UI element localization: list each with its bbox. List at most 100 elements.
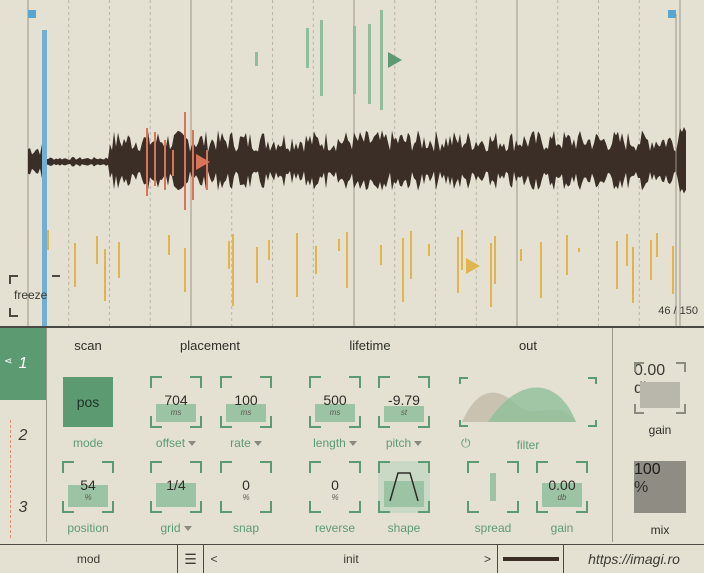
snap-label: snap — [232, 521, 260, 535]
grain-yellow — [168, 235, 170, 255]
grain-green — [368, 24, 371, 104]
section-title-scan: scan — [74, 338, 102, 353]
waveform-display[interactable]: freeze 46 / 150 — [0, 0, 704, 328]
envelope-shape-icon — [384, 472, 424, 507]
grain-green — [380, 10, 383, 110]
waveform-path — [28, 127, 686, 194]
layer-tab-2[interactable]: 2 — [0, 400, 46, 472]
reverse-knob[interactable]: 0 % — [309, 461, 361, 513]
playhead-line[interactable] — [42, 30, 47, 326]
shape-selector[interactable] — [378, 461, 430, 513]
grain-counter: 46 / 150 — [658, 305, 698, 317]
grain-green — [306, 28, 309, 68]
grain-yellow — [650, 240, 652, 280]
offset-knob[interactable]: 704 ms — [150, 376, 202, 428]
grain-yellow — [520, 249, 522, 261]
pitch-dropdown[interactable]: pitch — [364, 436, 444, 450]
scan-end-handle[interactable] — [668, 10, 676, 18]
grain-red — [172, 150, 174, 176]
control-panel: ⋖ 1 2 3 scan placement lifetime out pos … — [0, 328, 704, 542]
grain-yellow — [410, 231, 412, 279]
layer-dash-line — [10, 420, 11, 538]
grain-yellow — [96, 236, 98, 264]
grains-layer-yellow — [47, 230, 674, 307]
rate-value: 100 — [234, 392, 258, 408]
length-unit: ms — [329, 408, 341, 417]
grain-yellow — [616, 241, 618, 289]
grain-yellow — [428, 244, 430, 256]
out-gain-unit: db — [557, 493, 567, 502]
grain-yellow — [315, 246, 317, 274]
grain-red — [206, 150, 208, 190]
preset-name[interactable]: init — [224, 545, 478, 573]
out-gain-label: gain — [550, 521, 574, 535]
grain-yellow — [461, 230, 463, 270]
grain-yellow — [402, 238, 404, 302]
mix-unit: % — [634, 479, 649, 496]
offset-value: 704 — [164, 392, 188, 408]
spread-label: spread — [474, 521, 512, 535]
layer-tab-3[interactable]: 3 — [0, 472, 46, 544]
filter-display[interactable] — [458, 376, 598, 428]
rate-unit: ms — [240, 408, 252, 417]
length-dropdown[interactable]: length — [295, 436, 375, 450]
grain-yellow — [540, 242, 542, 298]
grain-yellow — [104, 249, 106, 301]
grain-red — [184, 112, 186, 210]
layer-tab-label: 3 — [18, 499, 28, 516]
position-knob[interactable]: 54 % — [62, 461, 114, 513]
reverse-label: reverse — [314, 521, 355, 535]
snap-unit: % — [242, 493, 250, 502]
grain-yellow — [338, 239, 340, 251]
preset-next-button[interactable]: > — [478, 545, 498, 573]
layer-tab-1[interactable]: ⋖ 1 — [0, 328, 46, 400]
grain-green — [255, 52, 258, 66]
mix-knob[interactable]: 100 % — [634, 461, 686, 513]
out-gain-value: 0.00 — [548, 477, 576, 493]
pitch-label: pitch — [385, 436, 412, 450]
section-title-out: out — [518, 338, 538, 353]
grain-red — [192, 130, 194, 200]
grain-yellow — [232, 234, 234, 306]
snap-knob[interactable]: 0 % — [220, 461, 272, 513]
preset-prev-button[interactable]: < — [204, 545, 224, 573]
spread-knob[interactable] — [467, 461, 519, 513]
rate-label: rate — [230, 436, 251, 450]
reverse-value: 0 — [331, 477, 339, 493]
grain-red — [164, 140, 166, 190]
mini-waveform — [502, 557, 559, 561]
rate-knob[interactable]: 100 ms — [220, 376, 272, 428]
play-marker-yellow — [466, 258, 480, 274]
grid-value: 1/4 — [166, 477, 186, 493]
length-knob[interactable]: 500 ms — [309, 376, 361, 428]
mix-value: 100 — [634, 461, 661, 478]
waveform-svg — [9, 0, 686, 326]
layer-tab-label: 2 — [18, 427, 28, 444]
chevron-down-icon — [183, 526, 192, 532]
mode-label: mode — [72, 436, 104, 450]
out-gain-knob[interactable]: 0.00 db — [536, 461, 588, 513]
granular-plugin: freeze 46 / 150 ⋖ 1 2 3 scan placement l… — [0, 0, 704, 573]
spread-indicator — [490, 473, 496, 501]
website-link[interactable]: https://imagi.ro — [564, 545, 704, 573]
grid-knob[interactable]: 1/4 — [150, 461, 202, 513]
grid-dropdown[interactable]: grid — [136, 521, 216, 535]
section-title-lifetime: lifetime — [349, 338, 391, 353]
offset-dropdown[interactable]: offset — [136, 436, 216, 450]
offset-unit: ms — [170, 408, 182, 417]
master-gain-label: gain — [648, 423, 672, 437]
mod-button[interactable]: mod — [0, 545, 178, 573]
offset-label: offset — [155, 436, 186, 450]
mode-button[interactable]: pos — [63, 377, 113, 427]
freeze-button[interactable]: freeze — [14, 288, 47, 302]
pitch-knob[interactable]: -9.79 st — [378, 376, 430, 428]
master-gain-knob[interactable]: 0.00 db — [634, 362, 686, 414]
scan-start-handle[interactable] — [28, 10, 36, 18]
grain-red — [154, 132, 156, 186]
rate-dropdown[interactable]: rate — [206, 436, 286, 450]
grain-yellow — [490, 243, 492, 307]
hamburger-icon[interactable]: ☰ — [178, 545, 204, 573]
power-icon[interactable]: ⏻ — [461, 436, 471, 451]
grains-layer-green — [255, 10, 383, 110]
grain-yellow — [380, 245, 382, 265]
